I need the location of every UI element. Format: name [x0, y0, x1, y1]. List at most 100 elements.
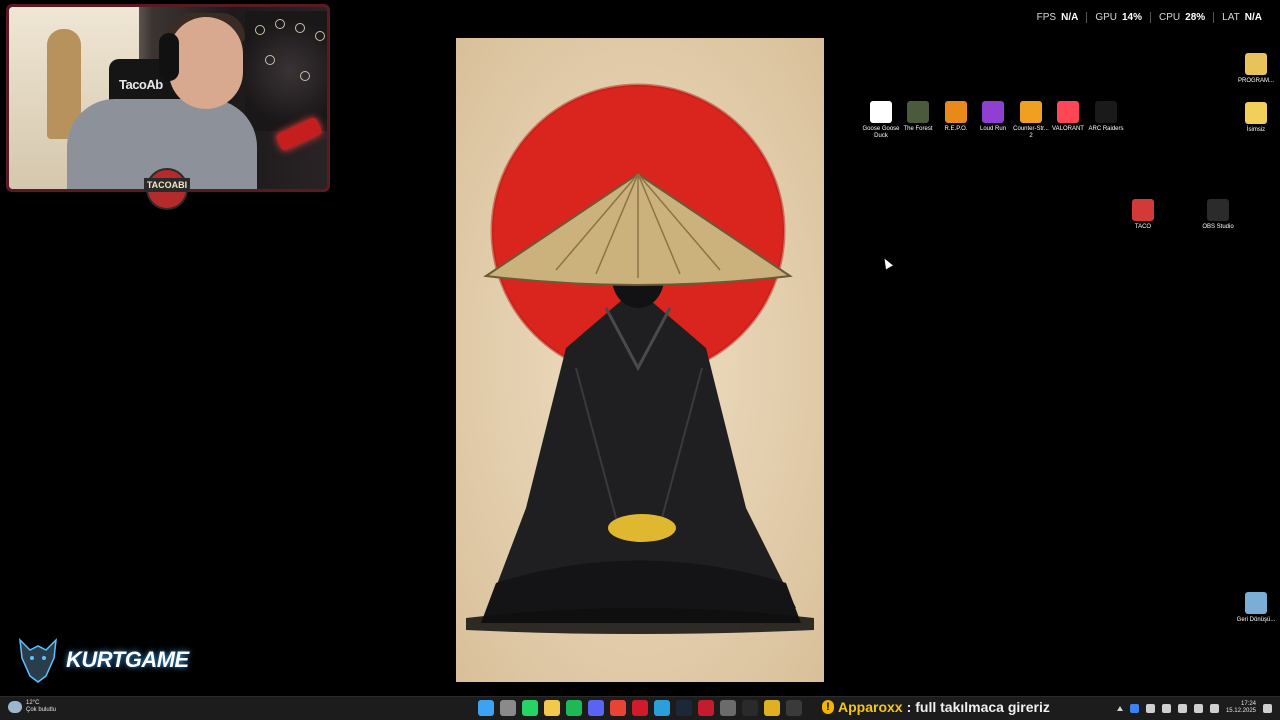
chat-separator: : — [906, 699, 912, 715]
forest-icon — [907, 101, 929, 123]
desktop-icon-label: VALORANT — [1052, 126, 1084, 132]
whatsapp-icon[interactable] — [522, 700, 538, 716]
taskbar-apps — [478, 700, 802, 716]
desktop-icon[interactable]: Geri Dönüşü... — [1236, 592, 1276, 624]
spotify-icon[interactable] — [566, 700, 582, 716]
cpu-value: 28% — [1185, 12, 1206, 23]
mouse-cursor — [881, 256, 893, 270]
app-gear-icon[interactable] — [720, 700, 736, 716]
chevron-up-icon[interactable] — [1116, 705, 1123, 711]
desktop-icon[interactable]: R.E.P.O. — [936, 101, 976, 133]
gpu-value: 14% — [1122, 12, 1143, 23]
obs-taskbar-icon[interactable] — [786, 700, 802, 716]
recycle-bin-icon — [1245, 592, 1267, 614]
wifi-icon[interactable] — [1177, 703, 1187, 713]
desktop-icon[interactable]: Counter-Str... 2 — [1011, 101, 1051, 140]
desktop-icon-label: TACO — [1134, 224, 1152, 230]
valorant-icon — [1057, 101, 1079, 123]
webcam-feed: TacoAb — [9, 7, 327, 189]
app-black-icon[interactable] — [742, 700, 758, 716]
lat-label: LAT — [1222, 12, 1240, 23]
desktop-icon-label: Geri Dönüşü... — [1236, 617, 1276, 623]
app-yellow-icon[interactable] — [764, 700, 780, 716]
performance-overlay: FPS N/A GPU 14% CPU 28% LAT N/A — [1029, 12, 1270, 23]
wolf-logo-icon — [16, 636, 60, 684]
windows-start-icon[interactable] — [478, 700, 494, 716]
folder-icon — [1245, 53, 1267, 75]
kurtgame-logo: KURTGAME — [16, 636, 189, 684]
fps-label: FPS — [1036, 12, 1057, 23]
desktop-icon[interactable]: OBS Studio — [1198, 199, 1238, 231]
desktop-icon-label: ARC Raiders — [1088, 126, 1124, 132]
clock-date: 15.12.2025 — [1225, 708, 1256, 714]
desktop-icon[interactable]: VALORANT — [1048, 101, 1088, 133]
webcam-overlay: TacoAb — [6, 4, 330, 192]
streamer-head — [169, 17, 243, 109]
clock-time: 17:24 — [1240, 701, 1256, 707]
cpu-stat: CPU 28% — [1150, 12, 1213, 23]
weather-widget[interactable]: 12°C Çok bulutlu — [8, 700, 56, 714]
loud-run-icon — [982, 101, 1004, 123]
counter-strike-icon — [1020, 101, 1042, 123]
desktop-icon[interactable]: TACO — [1123, 199, 1163, 231]
bluetooth-icon[interactable] — [1129, 703, 1139, 713]
discord-icon[interactable] — [588, 700, 604, 716]
desktop-icon[interactable]: PROGRAM... — [1236, 53, 1276, 85]
cloud-icon — [8, 701, 22, 713]
desktop-icon[interactable]: The Forest — [898, 101, 938, 133]
desktop-icon[interactable]: ARC Raiders — [1086, 101, 1126, 133]
desktop-icon[interactable]: Goose Goose Duck — [861, 101, 901, 140]
desktop-wallpaper — [456, 38, 824, 682]
repo-icon — [945, 101, 967, 123]
desktop-icon-label: Goose Goose Duck — [862, 126, 900, 139]
streamer-badge-label: TACOABI — [144, 178, 190, 192]
arc-raiders-icon — [1095, 101, 1117, 123]
samurai-artwork — [456, 38, 824, 682]
steam-icon[interactable] — [676, 700, 692, 716]
lat-value: N/A — [1244, 12, 1262, 23]
chair-logo-text: TacoAb — [119, 77, 163, 92]
alert-icon: ! — [822, 700, 834, 714]
headset-icon — [159, 33, 179, 81]
edge-icon[interactable] — [654, 700, 670, 716]
goose-icon — [870, 101, 892, 123]
folder-icon — [1245, 102, 1267, 124]
desktop-icon-label: Loud Run — [979, 126, 1007, 132]
app-red-icon[interactable] — [698, 700, 714, 716]
weather-temp: 12°C — [26, 700, 40, 706]
desktop-icon-label: R.E.P.O. — [944, 126, 968, 132]
taskbar: 12°C Çok bulutlu ! Apparoxx : full takıl… — [0, 696, 1280, 720]
cpu-label: CPU — [1159, 12, 1181, 23]
chat-ticker: ! Apparoxx : full takılmaca gireriz — [822, 699, 1050, 715]
chat-username: Apparoxx — [838, 699, 903, 715]
mic-icon[interactable] — [1161, 703, 1171, 713]
gpu-stat: GPU 14% — [1086, 12, 1150, 23]
power-icon — [1132, 199, 1154, 221]
task-view-icon[interactable] — [500, 700, 516, 716]
file-explorer-icon[interactable] — [544, 700, 560, 716]
system-tray: 17:24 15.12.2025 — [1116, 701, 1272, 715]
fps-value: N/A — [1061, 12, 1079, 23]
weather-desc: Çok bulutlu — [26, 707, 57, 713]
network-icon[interactable] — [1145, 703, 1155, 713]
logo-text: KURTGAME — [66, 647, 189, 672]
desktop-icon-label: İsimsiz — [1246, 127, 1266, 133]
notification-icon[interactable] — [1263, 703, 1272, 713]
desktop-icon-label: PROGRAM... — [1237, 78, 1274, 84]
gpu-label: GPU — [1095, 12, 1117, 23]
desktop-icon-label: OBS Studio — [1202, 224, 1234, 230]
chrome-icon[interactable] — [610, 700, 626, 716]
clock[interactable]: 17:24 15.12.2025 — [1226, 701, 1256, 715]
poster — [245, 11, 327, 131]
display-icon[interactable] — [1193, 703, 1203, 713]
desktop-icon-label: The Forest — [903, 126, 933, 132]
desktop-icon[interactable]: Loud Run — [973, 101, 1013, 133]
speaker-icon[interactable] — [1209, 703, 1219, 713]
desktop-icon[interactable]: İsimsiz — [1236, 102, 1276, 134]
obs-icon — [1207, 199, 1229, 221]
glowing-hands — [608, 514, 676, 542]
fps-stat: FPS N/A — [1029, 12, 1087, 23]
lat-stat: LAT N/A — [1213, 12, 1270, 23]
opera-icon[interactable] — [632, 700, 648, 716]
chat-message: full takılmaca gireriz — [915, 699, 1050, 715]
